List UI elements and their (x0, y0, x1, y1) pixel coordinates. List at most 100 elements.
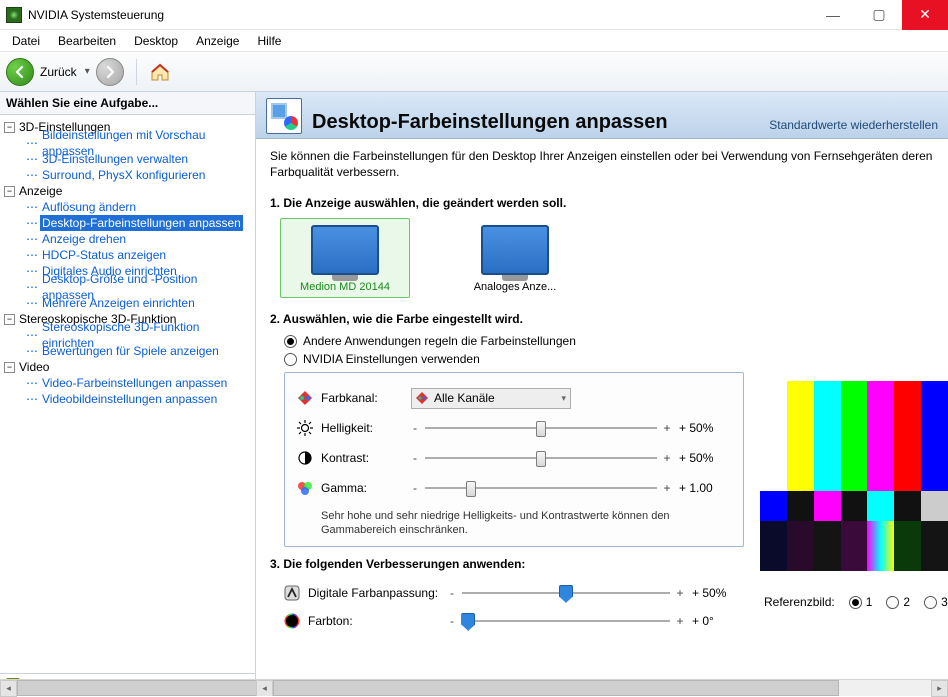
tree-link-surround-physx[interactable]: Surround, PhysX konfigurieren (40, 167, 207, 183)
radio-icon (284, 335, 297, 348)
channel-select[interactable]: Alle Kanäle ▾ (411, 388, 571, 409)
hue-label: Farbton: (308, 614, 448, 628)
tree-link-rotate[interactable]: Anzeige drehen (40, 231, 128, 247)
section1-title: 1. Die Anzeige auswählen, die geändert w… (270, 196, 934, 210)
title-bar: NVIDIA Systemsteuerung — ▢ ✕ (0, 0, 948, 30)
page-header: Desktop-Farbeinstellungen anpassen Stand… (256, 92, 948, 139)
gamma-slider[interactable] (425, 476, 657, 500)
maximize-button[interactable]: ▢ (856, 0, 902, 30)
menu-item-display[interactable]: Anzeige (188, 32, 247, 50)
tree-link-manage-3d[interactable]: 3D-Einstellungen verwalten (40, 151, 190, 167)
channel-icon (297, 390, 313, 406)
vibrance-value: + 50% (684, 586, 744, 600)
slider-plus: + (676, 614, 684, 628)
tree-cat-display[interactable]: Anzeige (19, 183, 62, 199)
app-icon (6, 7, 22, 23)
tree-link-hdcp[interactable]: HDCP-Status anzeigen (40, 247, 168, 263)
settings-note: Sehr hohe und sehr niedrige Helligkeits-… (321, 509, 731, 538)
tree-link-video-color[interactable]: Video-Farbeinstellungen anpassen (40, 375, 229, 391)
back-label: Zurück (40, 65, 77, 79)
minimize-button[interactable]: — (810, 0, 856, 30)
chevron-down-icon: ▾ (561, 393, 566, 404)
vibrance-icon (284, 585, 300, 601)
monitor-icon (481, 225, 549, 275)
gamma-value: + 1.00 (671, 481, 731, 495)
display-label-primary: Medion MD 20144 (285, 281, 405, 293)
slider-minus: - (411, 451, 419, 465)
content-pane: Desktop-Farbeinstellungen anpassen Stand… (256, 92, 948, 696)
menu-bar: Datei Bearbeiten Desktop Anzeige Hilfe (0, 30, 948, 52)
display-item-primary[interactable]: Medion MD 20144 (280, 218, 410, 298)
slider-minus: - (411, 421, 419, 435)
scroll-thumb[interactable] (273, 680, 839, 696)
menu-item-help[interactable]: Hilfe (249, 32, 289, 50)
tree-link-game-ratings[interactable]: Bewertungen für Spiele anzeigen (40, 343, 221, 359)
tree-link-video-image[interactable]: Videobildeinstellungen anpassen (40, 391, 219, 407)
sidebar: Wählen Sie eine Aufgabe... −3D-Einstellu… (0, 92, 256, 696)
tree-link-desktop-color[interactable]: Desktop-Farbeinstellungen anpassen (40, 215, 243, 231)
brightness-slider[interactable] (425, 416, 657, 440)
back-history-caret[interactable]: ▾ (85, 66, 90, 77)
slider-minus: - (448, 614, 456, 628)
hue-icon (284, 613, 300, 629)
slider-plus: + (676, 586, 684, 600)
content-hscrollbar[interactable]: ◂ ▸ (256, 679, 948, 696)
reference-image-row: Referenzbild: 1 2 3 (760, 595, 948, 609)
scroll-left-button[interactable]: ◂ (0, 680, 17, 697)
restore-defaults-link[interactable]: Standardwerte wiederherstellen (769, 118, 938, 134)
gamma-label: Gamma: (321, 481, 411, 495)
home-button[interactable] (149, 62, 171, 82)
back-button[interactable] (6, 58, 34, 86)
task-tree: −3D-Einstellungen ⋯Bildeinstellungen mit… (0, 115, 255, 673)
hue-value: + 0° (684, 614, 744, 628)
scroll-right-button[interactable]: ▸ (931, 680, 948, 696)
menu-item-desktop[interactable]: Desktop (126, 32, 186, 50)
brightness-icon (297, 420, 313, 436)
display-selector: Medion MD 20144 Analoges Anze... (280, 218, 934, 298)
section2-title: 2. Auswählen, wie die Farbe eingestellt … (270, 312, 934, 326)
tree-toggle-display[interactable]: − (4, 186, 15, 197)
task-header: Wählen Sie eine Aufgabe... (0, 92, 255, 115)
toolbar: Zurück ▾ (0, 52, 948, 92)
display-label-secondary: Analoges Anze... (455, 281, 575, 293)
tree-toggle-3d[interactable]: − (4, 122, 15, 133)
close-button[interactable]: ✕ (902, 0, 948, 30)
window-title: NVIDIA Systemsteuerung (28, 8, 164, 22)
display-item-secondary[interactable]: Analoges Anze... (450, 218, 580, 298)
tree-cat-video[interactable]: Video (19, 359, 49, 375)
contrast-value: + 50% (671, 451, 731, 465)
page-title: Desktop-Farbeinstellungen anpassen (312, 111, 769, 134)
test-pattern: Referenzbild: 1 2 3 (760, 381, 948, 609)
slider-plus: + (663, 481, 671, 495)
radio-other-label: Andere Anwendungen regeln die Farbeinste… (303, 334, 576, 348)
menu-item-edit[interactable]: Bearbeiten (50, 32, 124, 50)
contrast-slider[interactable] (425, 446, 657, 470)
tree-toggle-stereo[interactable]: − (4, 314, 15, 325)
content-scroll[interactable]: Sie können die Farbeinstellungen für den… (256, 139, 948, 696)
reference-radio-3[interactable]: 3 (924, 595, 948, 609)
color-settings-box: Farbkanal: Alle Kanäle ▾ Helligkeit: - + (284, 372, 744, 547)
hue-slider[interactable] (462, 609, 670, 633)
vibrance-slider[interactable] (462, 581, 670, 605)
radio-icon (284, 353, 297, 366)
tree-link-multiple-displays[interactable]: Mehrere Anzeigen einrichten (40, 295, 197, 311)
menu-item-file[interactable]: Datei (4, 32, 48, 50)
slider-plus: + (663, 421, 671, 435)
tree-link-resolution[interactable]: Auflösung ändern (40, 199, 138, 215)
monitor-icon (311, 225, 379, 275)
radio-other-apps[interactable]: Andere Anwendungen regeln die Farbeinste… (284, 334, 934, 348)
reference-radio-1[interactable]: 1 (849, 595, 873, 609)
tree-toggle-video[interactable]: − (4, 362, 15, 373)
vibrance-label: Digitale Farbanpassung: (308, 586, 448, 600)
forward-button[interactable] (96, 58, 124, 86)
radio-nvidia-settings[interactable]: NVIDIA Einstellungen verwenden (284, 352, 934, 366)
contrast-label: Kontrast: (321, 451, 411, 465)
intro-text: Sie können die Farbeinstellungen für den… (270, 149, 934, 180)
page-header-icon (266, 98, 302, 134)
channel-label: Farbkanal: (321, 391, 411, 405)
radio-nvidia-label: NVIDIA Einstellungen verwenden (303, 352, 480, 366)
brightness-label: Helligkeit: (321, 421, 411, 435)
scroll-left-button[interactable]: ◂ (256, 680, 273, 696)
reference-radio-2[interactable]: 2 (886, 595, 910, 609)
brightness-value: + 50% (671, 421, 731, 435)
